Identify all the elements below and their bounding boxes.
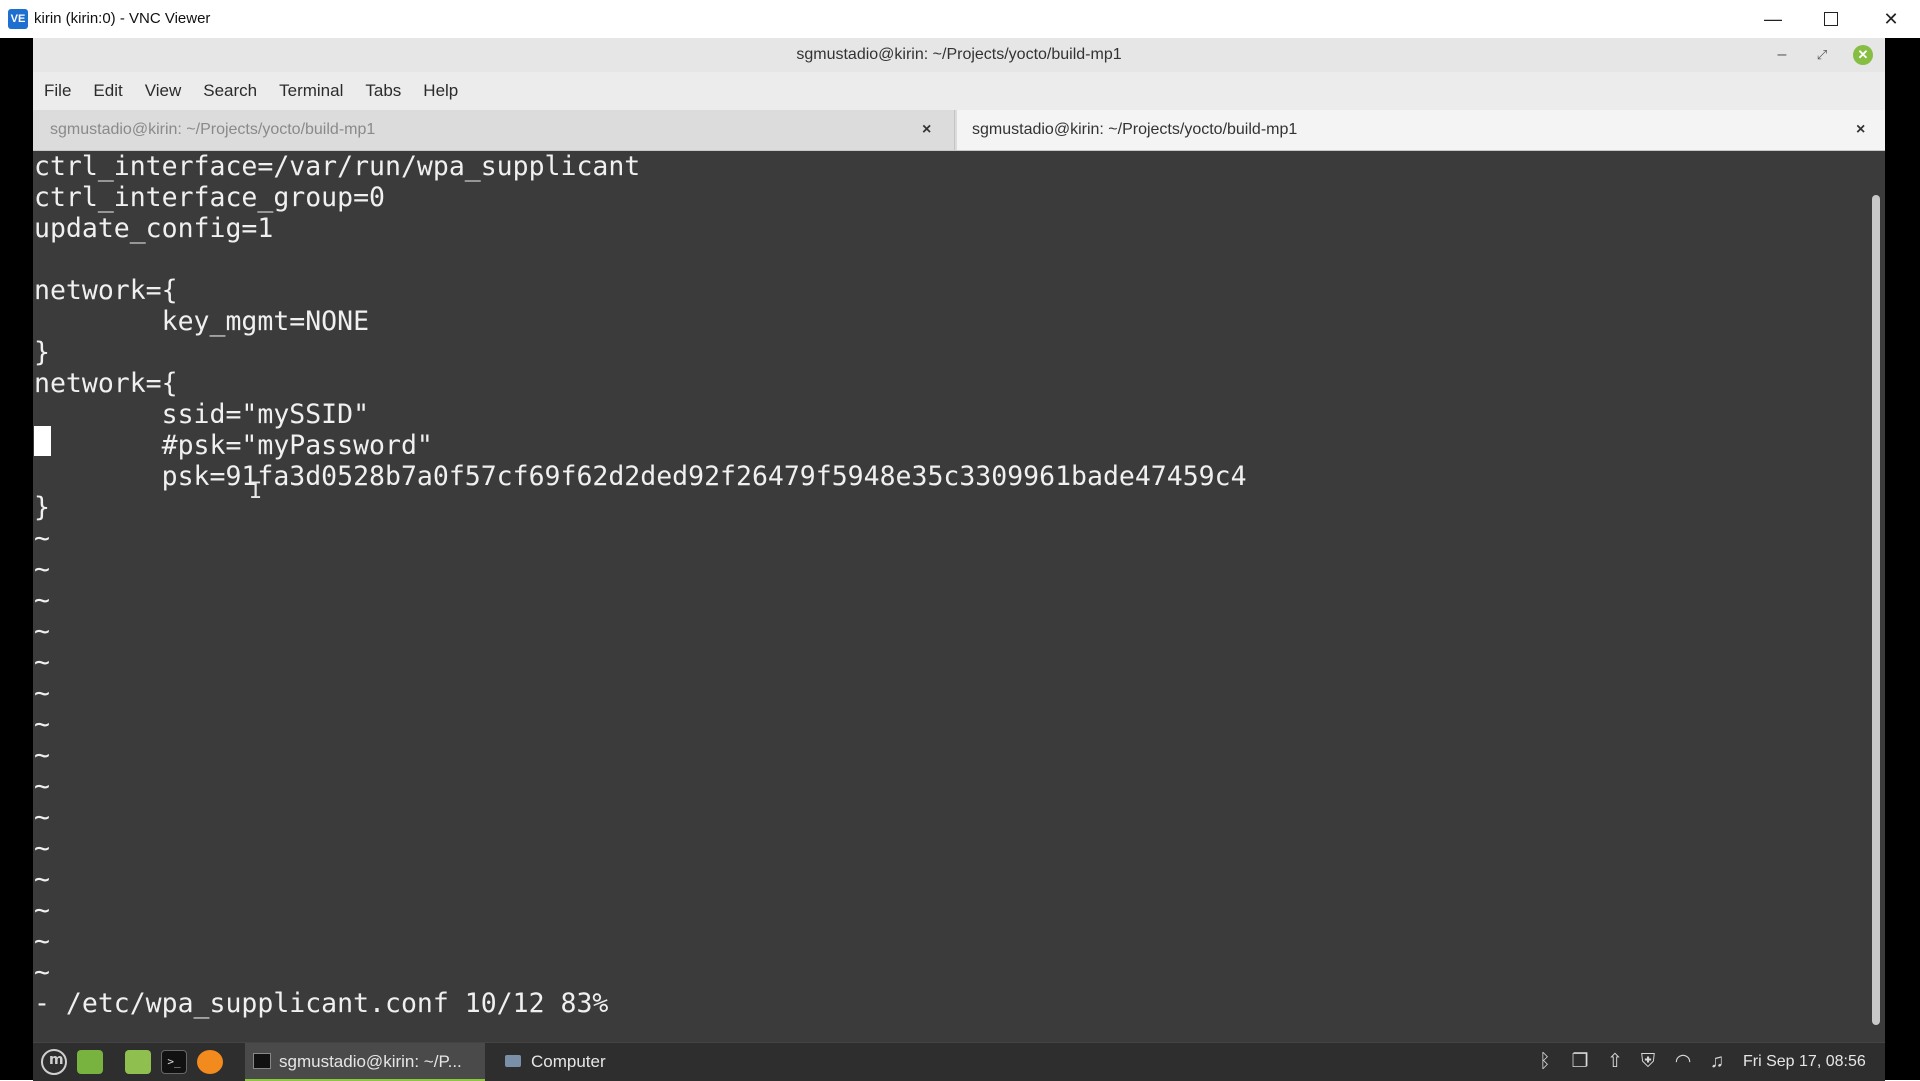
vim-tilde-line: ~ — [34, 616, 50, 647]
menu-tabs[interactable]: Tabs — [354, 81, 412, 101]
vim-tilde-line: ~ — [34, 647, 50, 678]
terminal-line: } — [34, 337, 50, 368]
vim-tilde-line: ~ — [34, 802, 50, 833]
tab-label: sgmustadio@kirin: ~/Projects/yocto/build… — [50, 121, 376, 138]
terminal-menubar: File Edit View Search Terminal Tabs Help — [33, 72, 1885, 110]
firefox-icon[interactable] — [197, 1050, 223, 1074]
vim-status-line: - /etc/wpa_supplicant.conf 10/12 83% — [34, 988, 609, 1019]
terminal-line: ctrl_interface_group=0 — [34, 182, 385, 213]
terminal-minimize-button[interactable]: – — [1771, 44, 1793, 66]
mint-menu-icon[interactable] — [41, 1049, 67, 1075]
terminal-icon — [253, 1053, 271, 1069]
vnc-app-icon[interactable]: VE — [8, 9, 28, 29]
taskbar-window-label: Computer — [531, 1052, 606, 1071]
vim-tilde-line: ~ — [34, 771, 50, 802]
files-folder-icon[interactable] — [125, 1050, 151, 1074]
terminal-line: #psk="myPassword" — [34, 430, 433, 461]
vim-tilde-line: ~ — [34, 926, 50, 957]
scrollbar-thumb[interactable] — [1872, 195, 1880, 1025]
menu-file[interactable]: File — [33, 81, 82, 101]
terminal-line: ssid="mySSID" — [34, 399, 370, 430]
taskbar-window-computer[interactable]: Computer — [501, 1043, 631, 1081]
terminal-line: update_config=1 — [34, 213, 274, 244]
tab-terminal-1[interactable]: sgmustadio@kirin: ~/Projects/yocto/build… — [33, 110, 955, 150]
vim-tilde-line: ~ — [34, 740, 50, 771]
bluetooth-icon[interactable]: ᛒ — [1533, 1051, 1557, 1073]
taskbar-window-terminal[interactable]: sgmustadio@kirin: ~/P... — [245, 1043, 485, 1081]
terminal-line: network={ — [34, 368, 178, 399]
vim-tilde-line: ~ — [34, 585, 50, 616]
vim-tilde-line: ~ — [34, 709, 50, 740]
menu-terminal[interactable]: Terminal — [268, 81, 354, 101]
tab-close-icon[interactable]: × — [1856, 110, 1865, 150]
clipboard-icon[interactable]: ❐ — [1568, 1051, 1592, 1073]
menu-view[interactable]: View — [134, 81, 193, 101]
vnc-maximize-button[interactable] — [1802, 0, 1860, 38]
terminal-line: ctrl_interface=/var/run/wpa_supplicant — [34, 151, 641, 182]
clock[interactable]: Fri Sep 17, 08:56 — [1743, 1053, 1866, 1071]
terminal-launcher-icon[interactable]: >_ — [161, 1050, 187, 1074]
terminal-restore-button[interactable]: ⤢ — [1811, 44, 1833, 66]
volume-icon[interactable]: ♫ — [1705, 1051, 1729, 1073]
terminal-line: psk=91fa3d0528b7a0f57cf69f62d2ded92f2647… — [34, 461, 1247, 492]
tab-terminal-2[interactable]: sgmustadio@kirin: ~/Projects/yocto/build… — [957, 110, 1885, 150]
mouse-ibeam-icon: I — [249, 479, 263, 504]
terminal-close-button[interactable]: ✕ — [1853, 45, 1873, 65]
terminal-window: sgmustadio@kirin: ~/Projects/yocto/build… — [33, 38, 1885, 1042]
terminal-tabbar: sgmustadio@kirin: ~/Projects/yocto/build… — [33, 110, 1885, 151]
shield-icon[interactable]: ⛨ — [1636, 1051, 1660, 1073]
terminal-title: sgmustadio@kirin: ~/Projects/yocto/build… — [796, 46, 1122, 63]
terminal-line: key_mgmt=NONE — [34, 306, 370, 337]
terminal-scrollbar[interactable] — [1871, 151, 1881, 1037]
menu-help[interactable]: Help — [412, 81, 469, 101]
vim-tilde-line: ~ — [34, 895, 50, 926]
terminal-content[interactable]: ctrl_interface=/var/run/wpa_supplicant c… — [33, 151, 1869, 1041]
terminal-line: } — [34, 492, 50, 523]
taskbar: >_ sgmustadio@kirin: ~/P... Computer ᛒ ❐… — [33, 1042, 1885, 1081]
vim-tilde-line: ~ — [34, 678, 50, 709]
vnc-minimize-button[interactable]: — — [1744, 0, 1802, 38]
vnc-window-title: kirin (kirin:0) - VNC Viewer — [34, 10, 211, 27]
vnc-close-button[interactable]: ✕ — [1862, 0, 1920, 38]
maximize-icon — [1824, 12, 1838, 26]
menu-search[interactable]: Search — [192, 81, 268, 101]
text-cursor — [34, 426, 51, 456]
menu-edit[interactable]: Edit — [82, 81, 133, 101]
vim-tilde-line: ~ — [34, 957, 50, 988]
terminal-line: network={ — [34, 275, 178, 306]
remote-desktop: sgmustadio@kirin: ~/Projects/yocto/build… — [0, 38, 1920, 1081]
computer-icon — [505, 1055, 521, 1067]
taskbar-window-label: sgmustadio@kirin: ~/P... — [279, 1052, 462, 1071]
vim-tilde-line: ~ — [34, 523, 50, 554]
terminal-titlebar[interactable]: sgmustadio@kirin: ~/Projects/yocto/build… — [33, 38, 1885, 72]
update-manager-icon[interactable]: ⇧ — [1603, 1051, 1627, 1073]
tab-close-icon[interactable]: × — [922, 110, 931, 150]
vnc-titlebar: VE kirin (kirin:0) - VNC Viewer — ✕ — [0, 0, 1920, 39]
vim-tilde-line: ~ — [34, 833, 50, 864]
tab-label: sgmustadio@kirin: ~/Projects/yocto/build… — [972, 121, 1298, 138]
show-desktop-icon[interactable] — [77, 1050, 103, 1074]
vim-tilde-line: ~ — [34, 554, 50, 585]
vim-tilde-line: ~ — [34, 864, 50, 895]
wifi-icon[interactable]: ◠ — [1671, 1051, 1695, 1073]
